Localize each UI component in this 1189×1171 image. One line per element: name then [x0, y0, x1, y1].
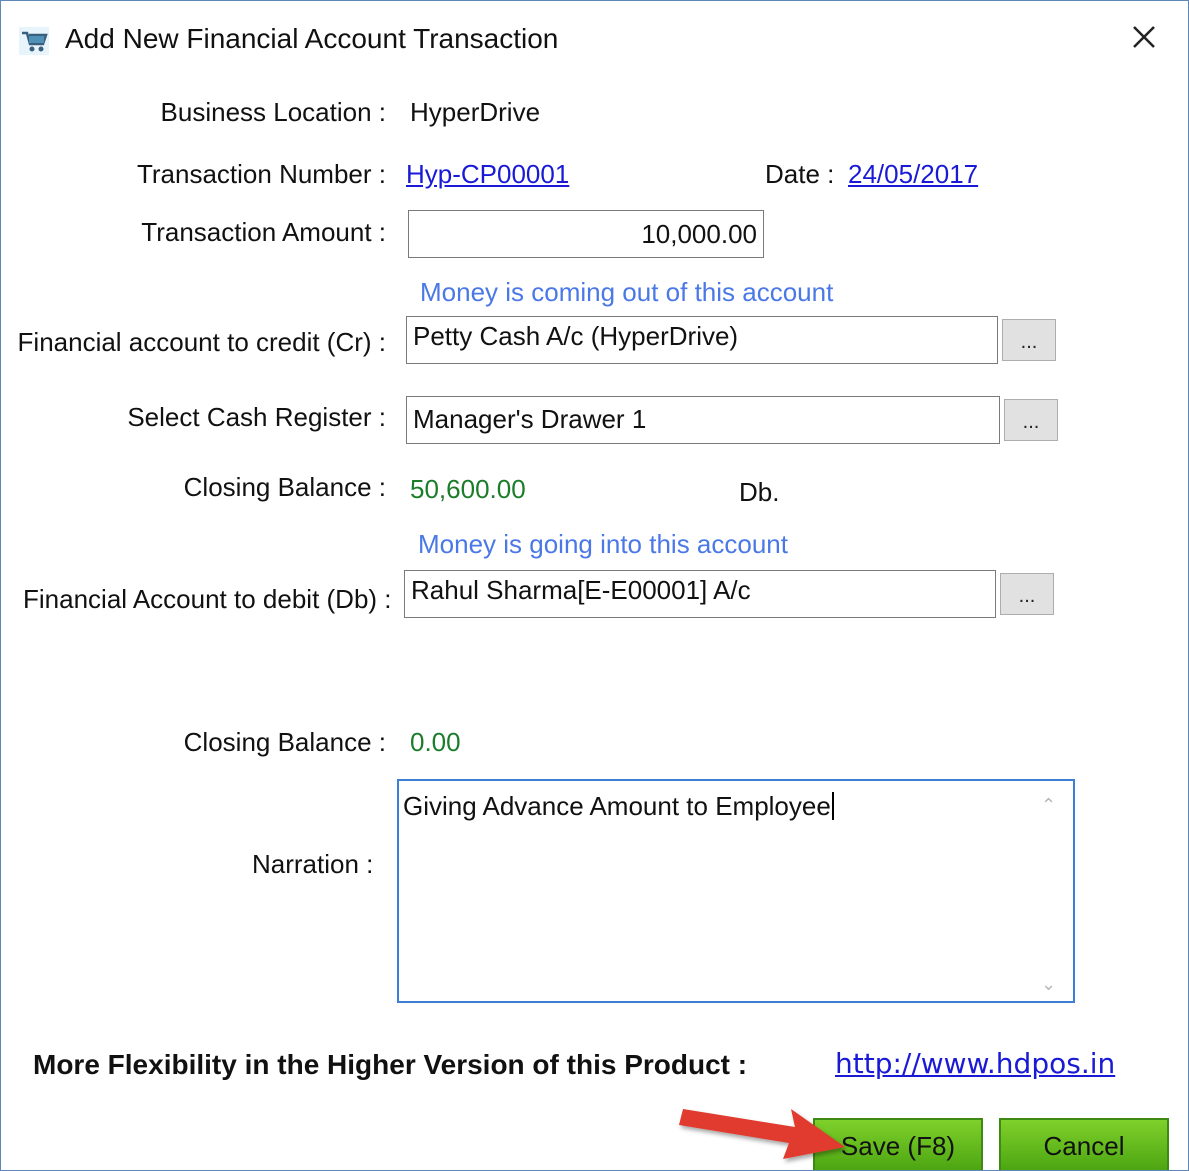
cash-register-browse-button[interactable]: ... — [1004, 399, 1058, 441]
date-link[interactable]: 24/05/2017 — [848, 159, 978, 190]
scroll-up-icon[interactable]: ⌃ — [1041, 795, 1056, 816]
business-location-label: Business Location : — [160, 97, 386, 127]
dialog-window: Add New Financial Account Transaction Bu… — [0, 0, 1189, 1171]
business-location-value: HyperDrive — [410, 97, 541, 127]
title-bar: Add New Financial Account Transaction — [1, 1, 1188, 77]
transaction-number-link[interactable]: Hyp-CP00001 — [406, 159, 569, 190]
credit-account-label: Financial account to credit (Cr) : — [17, 327, 386, 357]
close-icon[interactable] — [1126, 19, 1162, 55]
promo-link[interactable]: http://www.hdpos.in — [835, 1047, 1115, 1080]
debit-account-label: Financial Account to debit (Db) : — [23, 584, 392, 614]
transaction-amount-input[interactable]: 10,000.00 — [408, 210, 764, 258]
text-caret — [831, 792, 834, 820]
shopping-cart-icon — [19, 27, 49, 55]
transaction-amount-label: Transaction Amount : — [141, 217, 386, 247]
debit-account-browse-button[interactable]: ... — [1000, 573, 1054, 615]
credit-account-field[interactable]: Petty Cash A/c (HyperDrive) — [406, 316, 998, 364]
narration-scrollbar[interactable]: ⌃ ⌄ — [1035, 785, 1069, 997]
credit-closing-balance-value: 50,600.00 — [410, 474, 526, 504]
narration-label: Narration : — [252, 849, 374, 879]
debit-closing-balance-value: 0.00 — [410, 727, 461, 757]
transaction-number-label: Transaction Number : — [136, 159, 386, 189]
narration-text: Giving Advance Amount to Employee — [403, 791, 834, 822]
promo-text: More Flexibility in the Higher Version o… — [33, 1049, 748, 1080]
debit-hint-text: Money is going into this account — [418, 529, 788, 559]
cash-register-label: Select Cash Register : — [127, 402, 386, 432]
date-label: Date : — [765, 159, 835, 189]
debit-closing-balance-label: Closing Balance : — [183, 727, 386, 757]
credit-closing-balance-label: Closing Balance : — [183, 472, 386, 502]
red-arrow-icon — [679, 1109, 845, 1159]
cash-register-field[interactable]: Manager's Drawer 1 — [406, 396, 1000, 444]
scroll-down-icon[interactable]: ⌄ — [1041, 974, 1056, 995]
credit-account-browse-button[interactable]: ... — [1002, 319, 1056, 361]
credit-balance-type: Db. — [739, 477, 780, 507]
window-title: Add New Financial Account Transaction — [65, 23, 559, 54]
credit-hint-text: Money is coming out of this account — [420, 277, 834, 307]
debit-account-field[interactable]: Rahul Sharma[E-E00001] A/c — [404, 570, 996, 618]
cancel-button[interactable]: Cancel — [999, 1118, 1169, 1170]
narration-textarea[interactable]: Giving Advance Amount to Employee ⌃ ⌄ — [397, 779, 1075, 1003]
